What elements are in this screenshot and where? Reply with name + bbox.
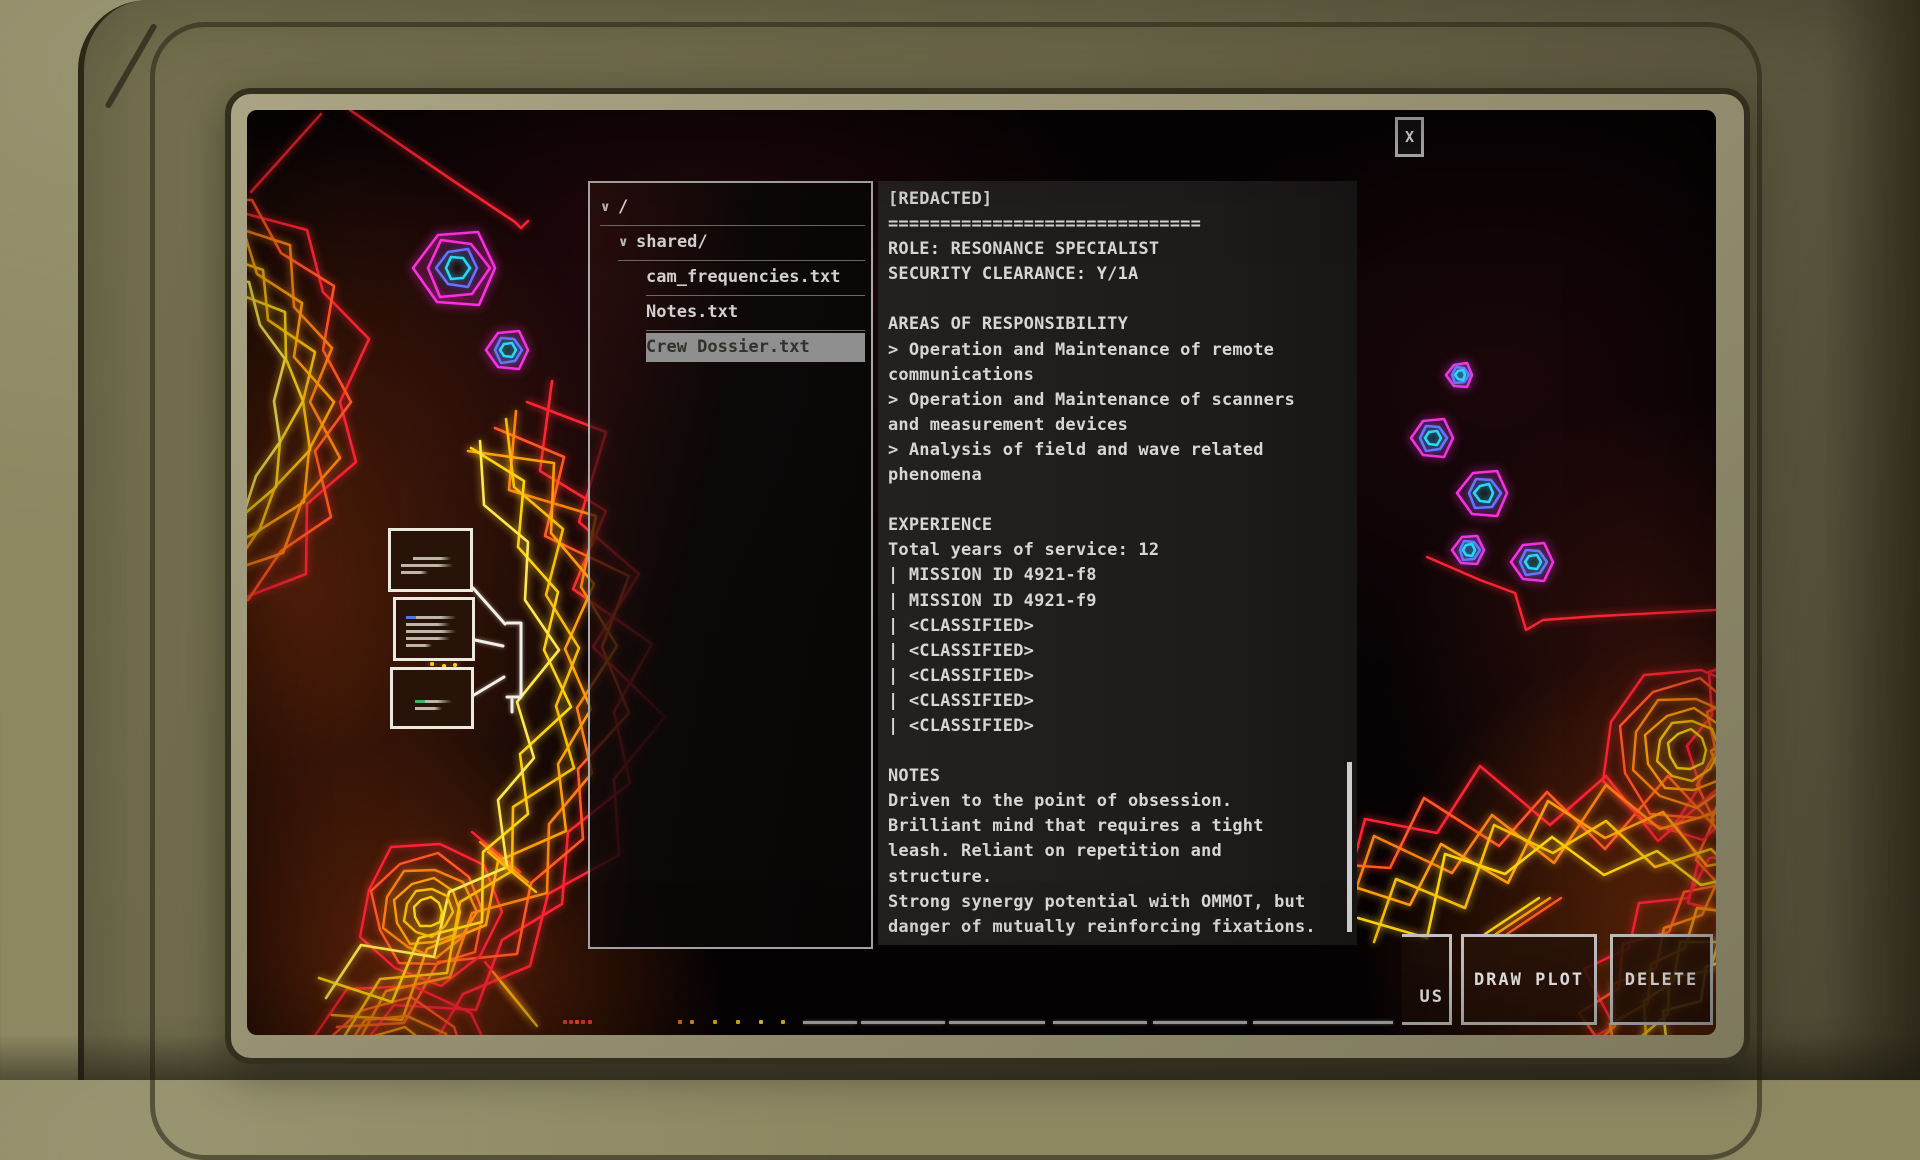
bottom-toolbar-sliver xyxy=(861,1021,945,1024)
dossier-line: | <CLASSIFIED> xyxy=(888,691,1347,716)
status-dot xyxy=(569,1020,573,1024)
previous-button-label: US xyxy=(1420,987,1444,1007)
file-name: cam_frequencies.txt xyxy=(646,261,840,295)
terminal-screen: ∨ / ∨ shared/ cam_frequencies.txt Notes.… xyxy=(247,110,1716,1035)
map-note-box xyxy=(388,528,473,592)
file-name: Crew Dossier.txt xyxy=(646,333,810,362)
dossier-line: and measurement devices xyxy=(888,415,1347,440)
status-dot xyxy=(678,1020,682,1024)
dossier-line: > Operation and Maintenance of remote xyxy=(888,340,1347,365)
dossier-line: > Analysis of field and wave related xyxy=(888,440,1347,465)
file-tree-item[interactable]: cam_frequencies.txt xyxy=(646,261,865,296)
dossier-line: EXPERIENCE xyxy=(888,515,1347,540)
bottom-toolbar-sliver xyxy=(803,1021,857,1024)
status-dot xyxy=(781,1020,785,1024)
bottom-toolbar-sliver xyxy=(1053,1021,1147,1024)
viewer-scrollbar-thumb[interactable] xyxy=(1347,762,1352,932)
dossier-text: [REDACTED] =============================… xyxy=(888,189,1347,942)
dossier-line: | <CLASSIFIED> xyxy=(888,716,1347,741)
status-dot xyxy=(575,1020,579,1024)
file-tree-item[interactable]: ∨ / xyxy=(600,191,865,226)
dossier-line: danger of mutually reinforcing fixations… xyxy=(888,917,1347,942)
partial-button-window: US xyxy=(1402,934,1453,1025)
map-note-box xyxy=(393,597,475,661)
dossier-line xyxy=(888,490,1347,515)
dossier-line: | <CLASSIFIED> xyxy=(888,616,1347,641)
status-dot xyxy=(690,1020,694,1024)
file-browser-panel: ∨ / ∨ shared/ cam_frequencies.txt Notes.… xyxy=(588,181,873,949)
status-dot xyxy=(713,1020,717,1024)
case-right-shadow xyxy=(1825,0,1920,1080)
dossier-line: | MISSION ID 4921-f8 xyxy=(888,565,1347,590)
status-dot xyxy=(759,1020,763,1024)
dossier-line: Total years of service: 12 xyxy=(888,540,1347,565)
status-dot xyxy=(581,1020,585,1024)
status-dot xyxy=(736,1020,740,1024)
status-dot xyxy=(588,1020,592,1024)
file-tree-item[interactable]: ∨ shared/ xyxy=(618,226,865,261)
chevron-down-icon: ∨ xyxy=(600,191,618,225)
text-viewer-panel: [REDACTED] =============================… xyxy=(878,181,1357,945)
file-name: / xyxy=(618,191,628,225)
previous-button-partial[interactable]: US xyxy=(1402,934,1452,1025)
dossier-line xyxy=(888,289,1347,314)
bottom-toolbar-sliver xyxy=(949,1021,1045,1024)
dossier-line: Driven to the point of obsession. xyxy=(888,791,1347,816)
chevron-down-icon: ∨ xyxy=(618,226,636,260)
file-name: Notes.txt xyxy=(646,296,738,330)
dossier-line: | <CLASSIFIED> xyxy=(888,666,1347,691)
dossier-line: Strong synergy potential with OMMOT, but xyxy=(888,892,1347,917)
file-tree-item[interactable]: Crew Dossier.txt xyxy=(646,333,865,362)
dossier-line: > Operation and Maintenance of scanners xyxy=(888,390,1347,415)
dossier-line: [REDACTED] xyxy=(888,189,1347,214)
bottom-toolbar-sliver xyxy=(1253,1021,1393,1024)
dossier-line: AREAS OF RESPONSIBILITY xyxy=(888,314,1347,339)
dossier-line: NOTES xyxy=(888,766,1347,791)
file-name: shared/ xyxy=(636,226,708,260)
dossier-line: | <CLASSIFIED> xyxy=(888,641,1347,666)
dossier-line: Brilliant mind that requires a tight xyxy=(888,816,1347,841)
dossier-line: structure. xyxy=(888,867,1347,892)
bottom-toolbar-sliver xyxy=(1153,1021,1247,1024)
dossier-line: SECURITY CLEARANCE: Y/1A xyxy=(888,264,1347,289)
close-button[interactable]: X xyxy=(1395,117,1424,157)
map-note-box xyxy=(390,667,474,729)
dossier-line: ROLE: RESONANCE SPECIALIST xyxy=(888,239,1347,264)
dossier-line: communications xyxy=(888,365,1347,390)
status-dot xyxy=(563,1020,567,1024)
dossier-line: leash. Reliant on repetition and xyxy=(888,841,1347,866)
dossier-line: | MISSION ID 4921-f9 xyxy=(888,591,1347,616)
dossier-line xyxy=(888,741,1347,766)
draw-plot-button[interactable]: DRAW PLOT xyxy=(1461,934,1597,1025)
file-tree-item[interactable]: Notes.txt xyxy=(646,296,865,331)
file-tree: ∨ / ∨ shared/ cam_frequencies.txt Notes.… xyxy=(590,183,871,362)
dossier-line: phenomena xyxy=(888,465,1347,490)
dossier-line: ============================== xyxy=(888,214,1347,239)
delete-button[interactable]: DELETE xyxy=(1610,934,1713,1025)
